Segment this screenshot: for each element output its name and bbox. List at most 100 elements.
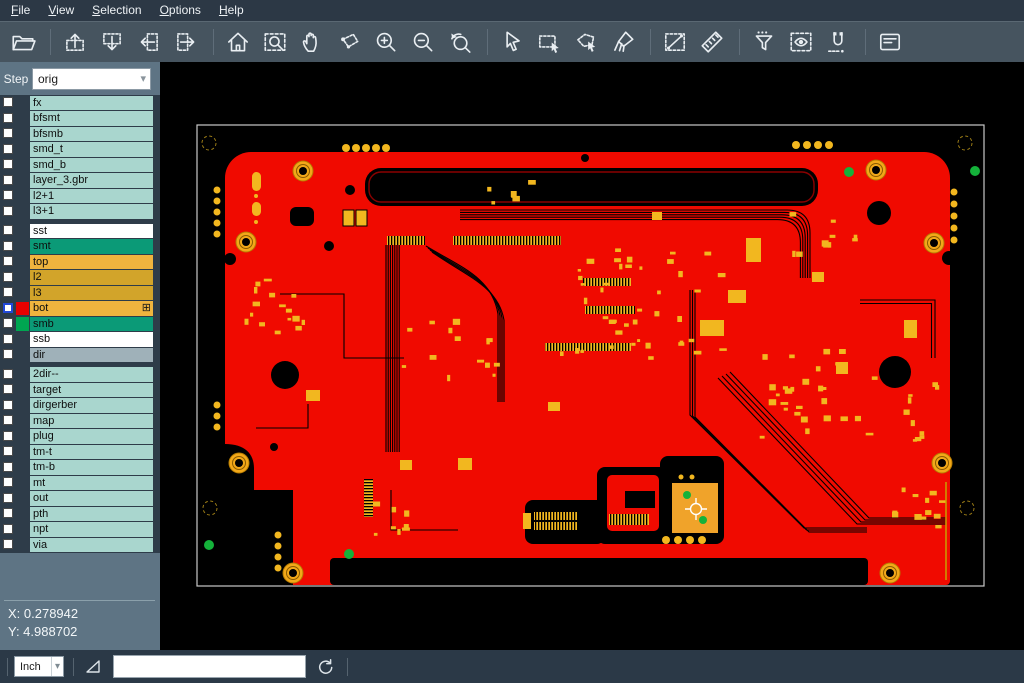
command-bar: Inch ▾: [0, 650, 1024, 683]
refresh-icon[interactable]: [316, 658, 334, 676]
layer-row-plug[interactable]: plug: [0, 429, 160, 445]
layer-checkbox[interactable]: [3, 524, 13, 534]
layer-row-bot[interactable]: bot⊞: [0, 301, 160, 317]
layer-checkbox[interactable]: [3, 206, 13, 216]
layer-checkbox[interactable]: [3, 334, 13, 344]
import-down-button[interactable]: [95, 25, 132, 59]
zoom-out-button[interactable]: [406, 25, 443, 59]
layer-color-swatch: [16, 445, 29, 459]
top-slot-cutout: [365, 168, 818, 206]
view-options-button[interactable]: [784, 25, 821, 59]
layer-row-bfsmb[interactable]: bfsmb: [0, 126, 160, 142]
ruler-button[interactable]: [695, 25, 732, 59]
menu-item-selection[interactable]: Selection: [83, 0, 150, 21]
layer-row-fx[interactable]: fx: [0, 95, 160, 111]
layer-row-smd_t[interactable]: smd_t: [0, 142, 160, 158]
layer-row-npt[interactable]: npt: [0, 522, 160, 538]
layer-row-map[interactable]: map: [0, 413, 160, 429]
open-button[interactable]: [6, 25, 43, 59]
layer-row-dirgerber[interactable]: dirgerber: [0, 398, 160, 414]
menu-item-view[interactable]: View: [39, 0, 83, 21]
layer-color-swatch: [16, 302, 29, 316]
layer-checkbox[interactable]: [3, 462, 13, 472]
layer-row-target[interactable]: target: [0, 382, 160, 398]
layer-checkbox[interactable]: [3, 384, 13, 394]
layer-row-l2+1[interactable]: l2+1: [0, 188, 160, 204]
import-left-button[interactable]: [132, 25, 169, 59]
layer-checkbox[interactable]: [3, 446, 13, 456]
layer-row-smb[interactable]: smb: [0, 316, 160, 332]
command-input[interactable]: [113, 655, 306, 678]
layer-checkbox[interactable]: [3, 493, 13, 503]
measure-button[interactable]: [658, 25, 695, 59]
menu-item-file[interactable]: File: [2, 0, 39, 21]
snap-button[interactable]: [821, 25, 858, 59]
units-select[interactable]: Inch ▾: [14, 656, 64, 677]
layer-row-top[interactable]: top: [0, 254, 160, 270]
layer-checkbox[interactable]: [3, 113, 13, 123]
layer-checkbox[interactable]: [3, 539, 13, 549]
layer-checkbox[interactable]: [3, 144, 13, 154]
layer-row-tm-b[interactable]: tm-b: [0, 460, 160, 476]
menu-item-options[interactable]: Options: [151, 0, 210, 21]
layer-checkbox[interactable]: [3, 272, 13, 282]
import-up-icon: [62, 29, 88, 55]
zoom-in-button[interactable]: [369, 25, 406, 59]
layer-checkbox[interactable]: [3, 400, 13, 410]
layer-row-sst[interactable]: sst: [0, 223, 160, 239]
select-rect-button[interactable]: [532, 25, 569, 59]
layer-checkbox[interactable]: [3, 318, 13, 328]
clear-button[interactable]: [606, 25, 643, 59]
layer-row-smt[interactable]: smt: [0, 239, 160, 255]
layer-checkbox[interactable]: [3, 175, 13, 185]
layer-row-ssb[interactable]: ssb: [0, 332, 160, 348]
layer-checkbox[interactable]: [3, 508, 13, 518]
layer-checkbox[interactable]: [3, 256, 13, 266]
layer-checkbox[interactable]: [3, 128, 13, 138]
menu-item-help[interactable]: Help: [210, 0, 253, 21]
layer-row-l2[interactable]: l2: [0, 270, 160, 286]
layer-checkbox[interactable]: [3, 241, 13, 251]
layer-row-smd_b[interactable]: smd_b: [0, 157, 160, 173]
zoom-window-button[interactable]: [258, 25, 295, 59]
layer-row-bfsmt[interactable]: bfsmt: [0, 111, 160, 127]
zoom-previous-button[interactable]: [443, 25, 480, 59]
layer-checkbox[interactable]: [3, 477, 13, 487]
layer-checkbox[interactable]: [3, 431, 13, 441]
layer-checkbox[interactable]: [3, 97, 13, 107]
pan-button[interactable]: [295, 25, 332, 59]
import-right-button[interactable]: [169, 25, 206, 59]
layer-row-layer_3.gbr[interactable]: layer_3.gbr: [0, 173, 160, 189]
layer-checkbox[interactable]: [3, 303, 13, 313]
pcb-viewport[interactable]: [160, 62, 1024, 650]
select-polygon-button[interactable]: [569, 25, 606, 59]
angle-measure-icon[interactable]: [84, 658, 102, 675]
layer-row-tm-t[interactable]: tm-t: [0, 444, 160, 460]
layer-row-l3+1[interactable]: l3+1: [0, 204, 160, 220]
layer-row-dir[interactable]: dir: [0, 347, 160, 363]
import-up-button[interactable]: [58, 25, 95, 59]
layer-row-l3[interactable]: l3: [0, 285, 160, 301]
layer-row-via[interactable]: via: [0, 537, 160, 553]
step-select[interactable]: orig ▾: [32, 68, 151, 90]
layer-checkbox[interactable]: [3, 225, 13, 235]
select-button[interactable]: [495, 25, 532, 59]
layer-checkbox[interactable]: [3, 369, 13, 379]
layer-row-mt[interactable]: mt: [0, 475, 160, 491]
layer-row-out[interactable]: out: [0, 491, 160, 507]
filter-button[interactable]: [747, 25, 784, 59]
select-icon: [499, 29, 525, 55]
layer-checkbox[interactable]: [3, 415, 13, 425]
properties-panel-button[interactable]: [873, 25, 910, 59]
layer-checkbox[interactable]: [3, 190, 13, 200]
layer-checkbox[interactable]: [3, 159, 13, 169]
divider: [73, 658, 74, 676]
layer-row-2dir--[interactable]: 2dir--: [0, 367, 160, 383]
layer-checkbox[interactable]: [3, 349, 13, 359]
layer-checkbox[interactable]: [3, 287, 13, 297]
zoom-in-icon: [373, 29, 399, 55]
layer-row-pth[interactable]: pth: [0, 506, 160, 522]
home-button[interactable]: [221, 25, 258, 59]
toolbar-separator: [865, 29, 866, 55]
zoom-polygon-button[interactable]: [332, 25, 369, 59]
